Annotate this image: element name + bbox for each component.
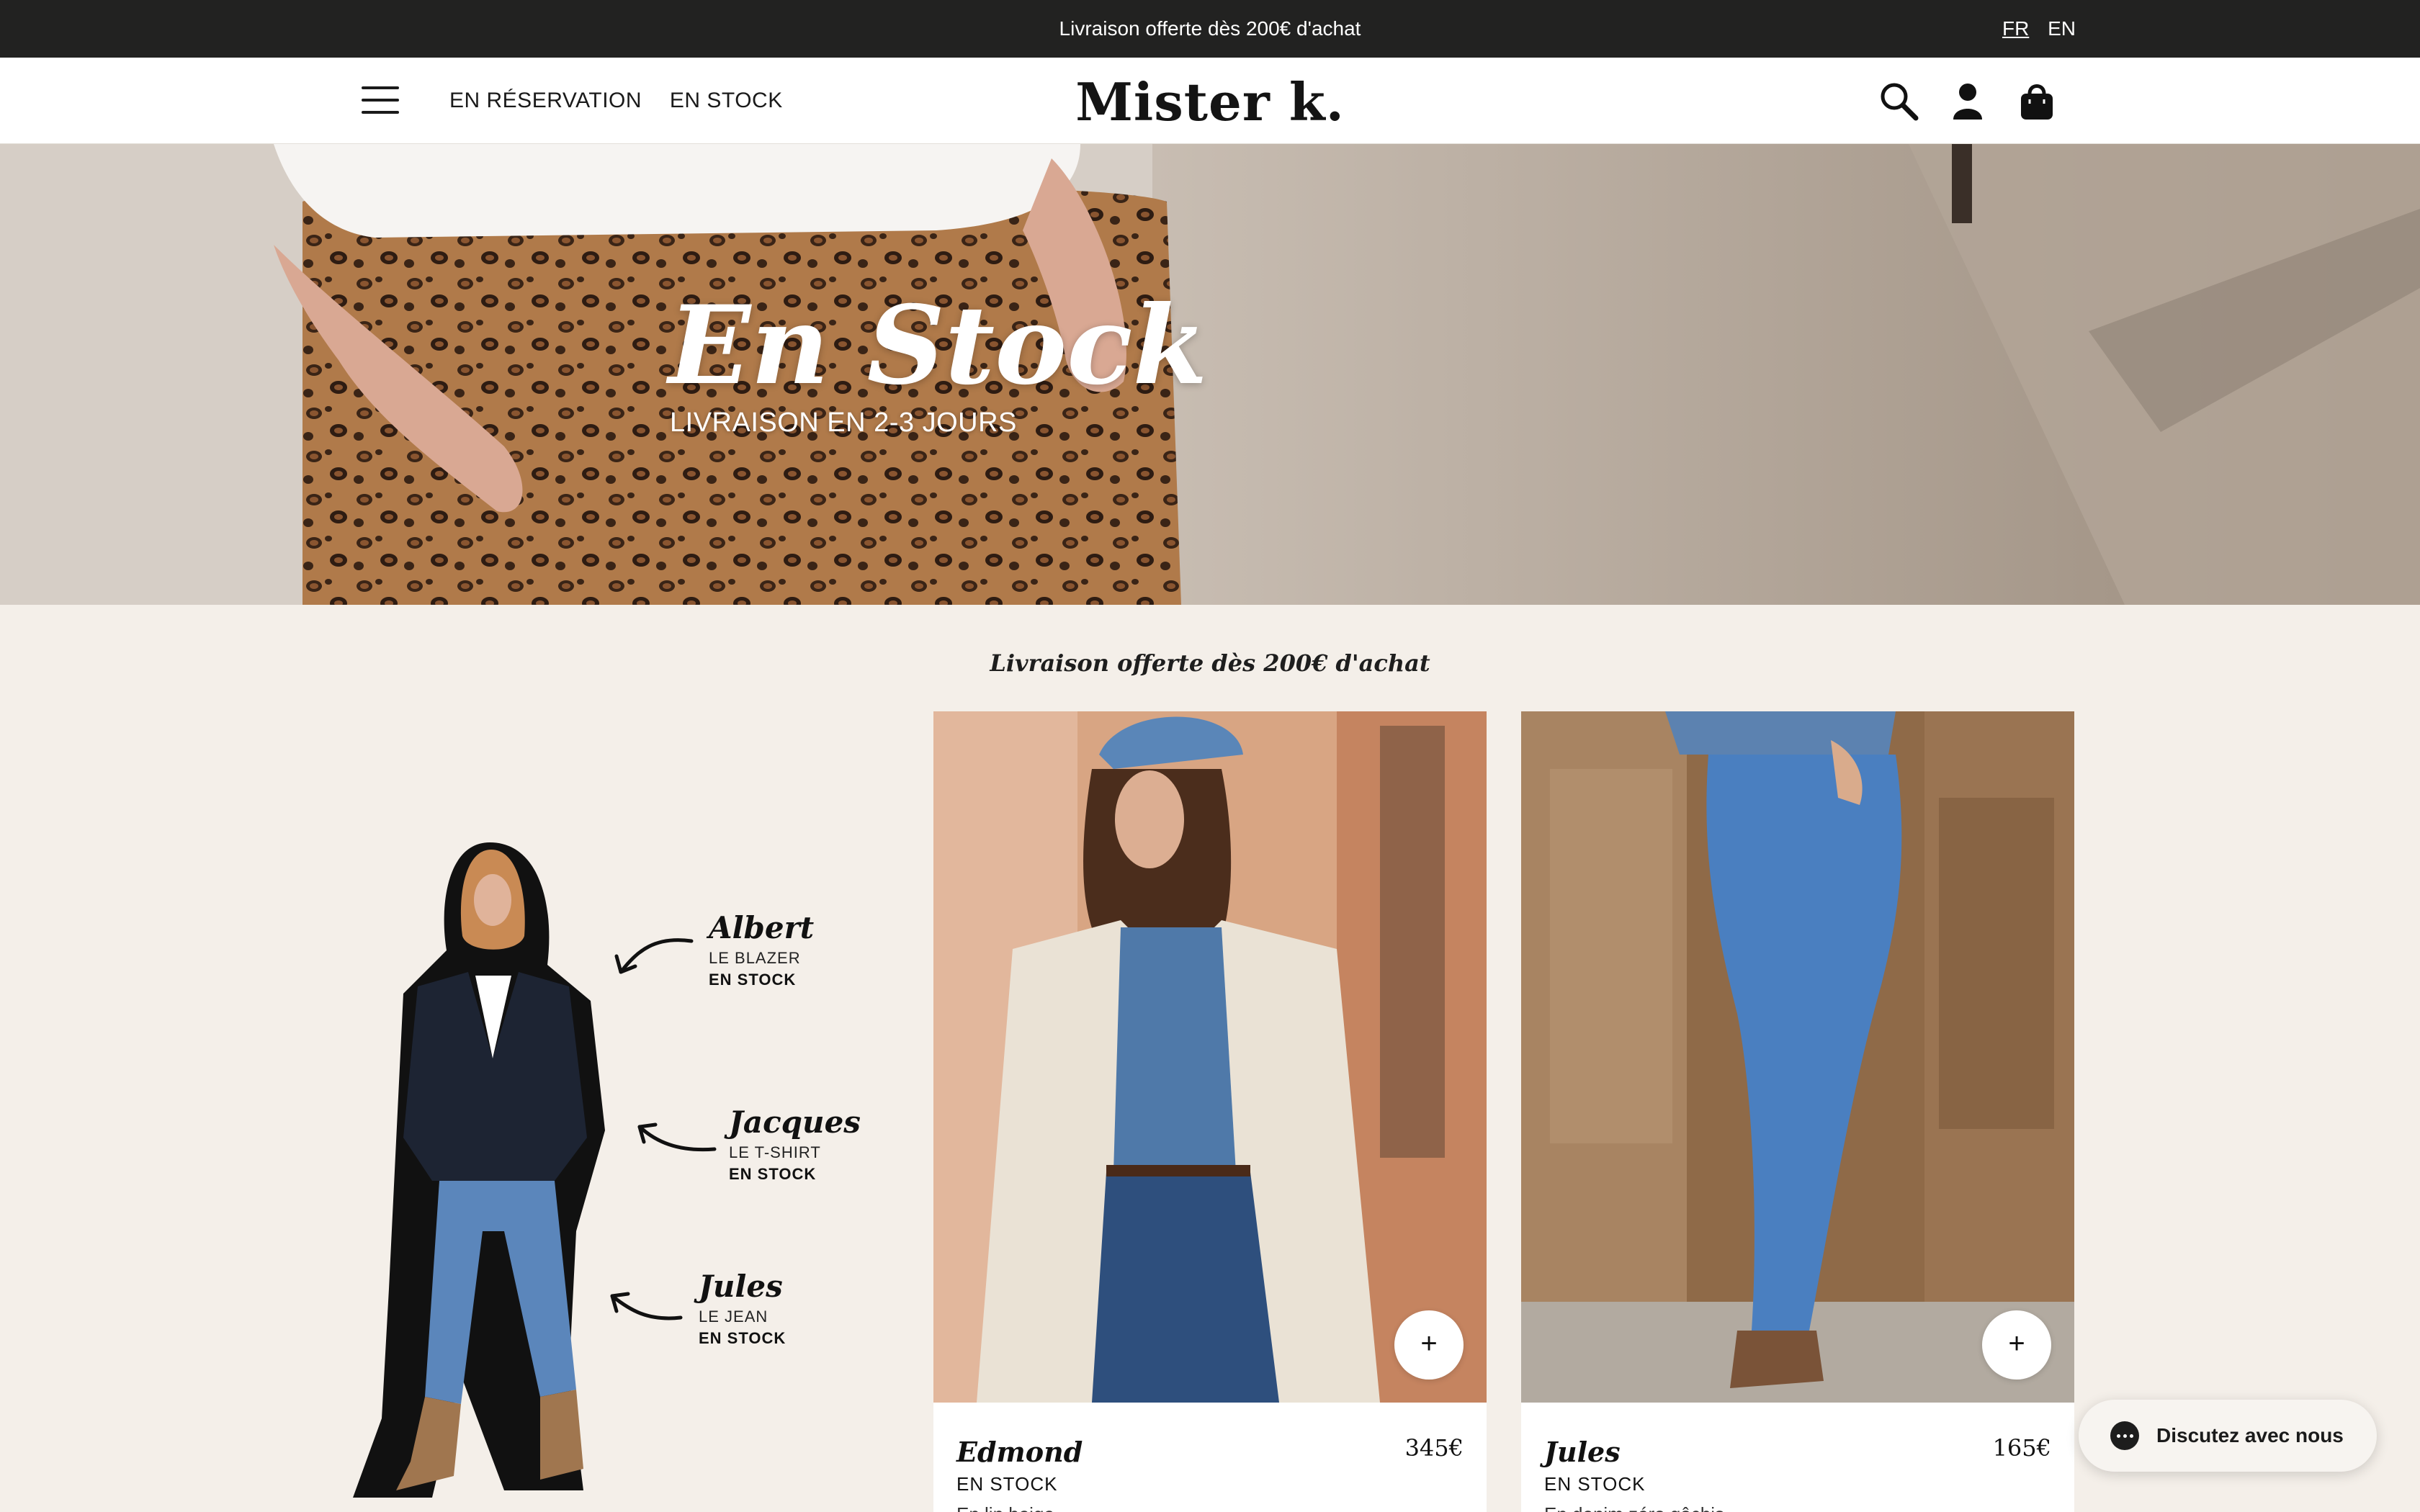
look-item-name: Jacques <box>729 1104 861 1140</box>
product-price: 165€ <box>1992 1434 2051 1462</box>
look-label-jules[interactable]: Jules LE JEAN EN STOCK <box>699 1272 786 1348</box>
look-item-status: EN STOCK <box>729 1165 817 1183</box>
hero-image <box>0 144 2420 605</box>
product-name[interactable]: Jules <box>1544 1436 1621 1468</box>
hero-subtitle: LIVRAISON EN 2-3 JOURS <box>670 408 1017 438</box>
look-item-type: LE BLAZER <box>709 949 801 967</box>
announcement-bar: Livraison offerte dès 200€ d'achat FR EN <box>0 0 2420 58</box>
hero-title: En Stock <box>668 282 1208 409</box>
hero-banner: En Stock LIVRAISON EN 2-3 JOURS <box>0 144 2420 605</box>
add-to-cart-button[interactable]: + <box>1982 1310 2051 1380</box>
look-item-type: LE T-SHIRT <box>729 1143 821 1161</box>
site-header: EN RÉSERVATION EN STOCK Mister k. <box>0 58 2420 144</box>
look-label-albert[interactable]: Albert LE BLAZER EN STOCK <box>709 913 814 989</box>
product-card[interactable]: + Edmond 345€ EN STOCK En lin beige <box>933 711 1487 1512</box>
look-item-type: LE JEAN <box>699 1308 768 1326</box>
promo-text: Livraison offerte dès 200€ d'achat <box>990 649 1430 677</box>
look-illustration: Albert LE BLAZER EN STOCK Jacques LE T-S… <box>339 828 900 1512</box>
product-card[interactable]: + Jules 165€ EN STOCK En denim zéro gâch… <box>1521 711 2074 1512</box>
chat-button[interactable]: Discutez avec nous <box>2079 1400 2377 1472</box>
look-item-status: EN STOCK <box>699 1329 786 1347</box>
product-description: En lin beige <box>956 1503 1054 1512</box>
product-status: EN STOCK <box>1544 1473 1646 1495</box>
add-to-cart-button[interactable]: + <box>1394 1310 1464 1380</box>
chat-bubble-icon <box>2110 1421 2139 1450</box>
look-label-jacques[interactable]: Jacques LE T-SHIRT EN STOCK <box>729 1107 861 1184</box>
lang-en[interactable]: EN <box>2048 17 2076 40</box>
language-switcher: FR EN <box>1989 0 2076 58</box>
look-item-status: EN STOCK <box>709 971 797 989</box>
product-image[interactable] <box>933 711 1487 1403</box>
product-name[interactable]: Edmond <box>956 1436 1083 1468</box>
product-price: 345€ <box>1404 1434 1464 1462</box>
chat-label: Discutez avec nous <box>2156 1424 2344 1446</box>
account-icon[interactable] <box>1945 78 1991 124</box>
bag-icon[interactable] <box>2014 78 2060 124</box>
look-item-name: Albert <box>709 910 815 945</box>
lang-fr[interactable]: FR <box>2002 17 2029 40</box>
search-icon[interactable] <box>1876 78 1922 124</box>
product-status: EN STOCK <box>956 1473 1058 1495</box>
product-description: En denim zéro gâchis <box>1544 1503 1724 1512</box>
look-item-name: Jules <box>699 1269 783 1304</box>
product-image[interactable] <box>1521 711 2074 1403</box>
